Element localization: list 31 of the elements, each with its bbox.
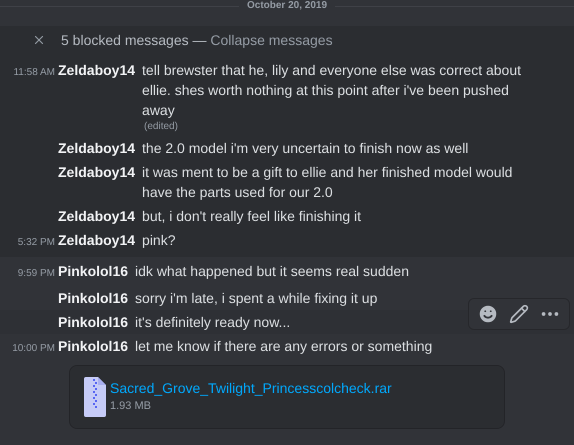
username[interactable]: Zeldaboy14 <box>58 60 136 80</box>
message-text: the 2.0 model i'm very uncertain to finish now as well <box>142 139 468 158</box>
username[interactable]: Zeldaboy14 <box>58 230 136 250</box>
edited-tag: (edited) <box>144 120 178 134</box>
blocked-summary: 5 blocked messages — <box>61 32 208 48</box>
username[interactable]: Pinkolol16 <box>58 288 128 308</box>
message-text: tell brewster that he, lily and everyone else was correct about ellie. shes worth nothing at this point after i've been pushed away <box>142 61 522 120</box>
username[interactable]: Zeldaboy14 <box>58 138 136 158</box>
username[interactable]: Pinkolol16 <box>58 336 128 356</box>
timestamp: 10:00 PM <box>11 342 55 356</box>
close-icon[interactable] <box>32 33 46 47</box>
username[interactable]: Zeldaboy14 <box>58 162 136 182</box>
timestamp: 9:59 PM <box>16 267 55 281</box>
username[interactable]: Pinkolol16 <box>58 261 128 281</box>
emoji-icon[interactable] <box>477 303 499 325</box>
message-text: let me know if there are any errors or something <box>135 337 432 356</box>
timestamp: 5:32 PM <box>16 236 55 250</box>
message-text: but, i don't really feel like finishing it <box>142 207 362 226</box>
date-divider: October 20, 2019 <box>246 0 328 12</box>
timestamp: 11:58 AM <box>12 66 55 80</box>
username[interactable]: Pinkolol16 <box>58 312 128 332</box>
message-text: idk what happened but it seems real sudden <box>135 262 409 281</box>
zip-file-icon <box>84 377 106 417</box>
file-name-link[interactable]: Sacred_Grove_Twilight_Princesscolcheck.rar <box>110 379 392 397</box>
message-text: sorry i'm late, i spent a while fixing it up <box>135 289 378 308</box>
pencil-icon[interactable] <box>509 304 529 324</box>
username[interactable]: Zeldaboy14 <box>58 206 136 226</box>
collapse-link[interactable]: Collapse messages <box>210 32 333 48</box>
message-text: it's definitely ready now... <box>135 313 290 332</box>
file-size: 1.93 MB <box>110 399 152 414</box>
message-text: pink? <box>142 231 176 250</box>
